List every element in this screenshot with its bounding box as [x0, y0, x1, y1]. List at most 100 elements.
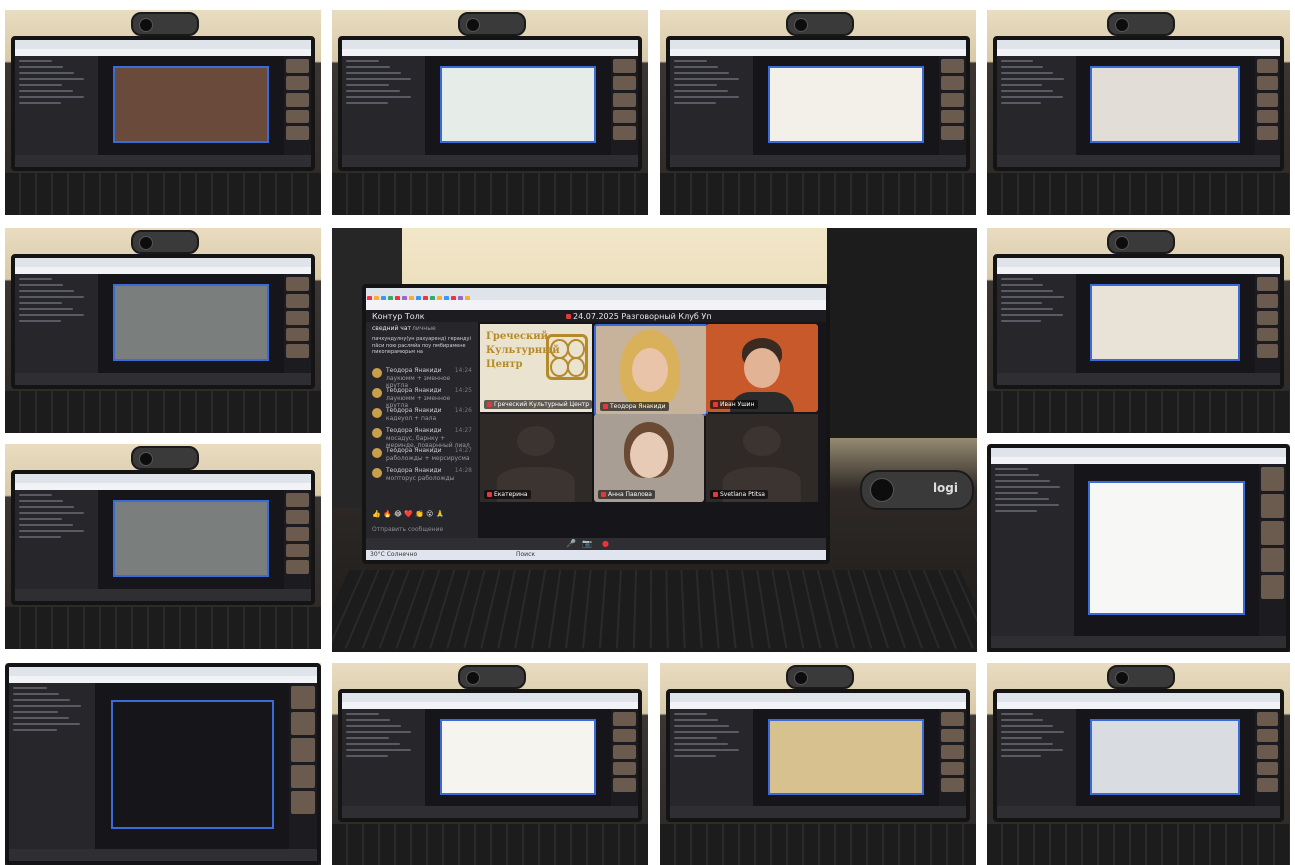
- taskbar-weather: 30°C Солнечно: [370, 551, 418, 558]
- laptop-screen: [338, 36, 642, 172]
- silhouette-right-nametag: Svetlana Ptitsa: [710, 490, 768, 499]
- keyboard: [5, 173, 321, 215]
- browser-tabbar: [366, 288, 826, 301]
- tile-5: [5, 228, 321, 433]
- chat-sender: Теодора Янакиди: [386, 367, 442, 374]
- chat-text: раболожды + мерсирусма: [386, 455, 470, 462]
- logo-emblem: [546, 334, 588, 380]
- tile-logo[interactable]: Греческий Культурный Центр Греческий Кул…: [480, 324, 593, 412]
- webcam: [1106, 230, 1175, 254]
- keyboard: [332, 570, 977, 649]
- keyboard: [987, 391, 1290, 433]
- tile-woman2[interactable]: Анна Павлова: [594, 414, 704, 502]
- chat-time: 14:25: [454, 387, 472, 394]
- chat-time: 14:26: [454, 407, 472, 414]
- shared-screen: [439, 65, 597, 144]
- chat-message: Теодора Янакиди лаукюмм + зменное крутла 1…: [372, 386, 474, 409]
- app-header: Контур Толк 24.07.2025 Разговорный Клуб …: [366, 310, 826, 322]
- tile-woman[interactable]: Теодора Янакиди: [594, 324, 708, 416]
- chat-time: 14:27: [454, 447, 472, 454]
- laptop-screen: Контур Толк 24.07.2025 Разговорный Клуб …: [362, 284, 830, 564]
- tile-4: [987, 10, 1290, 215]
- chat-avatar: [372, 408, 382, 418]
- keyboard: [660, 173, 976, 215]
- laptop-screen: [11, 254, 315, 390]
- keyboard: [5, 607, 321, 649]
- shared-screen: [439, 718, 597, 795]
- keyboard: [660, 824, 976, 865]
- chat-avatar: [372, 468, 382, 478]
- laptop-screen: [993, 689, 1284, 823]
- webcam: [458, 665, 526, 689]
- tile-7: [987, 228, 1290, 433]
- chat-avatar: [372, 388, 382, 398]
- chat-message: Теодора Янакиди мопторус раболожды 14:28: [372, 466, 474, 486]
- keyboard: [5, 391, 321, 433]
- keyboard: [332, 173, 648, 215]
- chat-avatar: [372, 368, 382, 378]
- laptop-screen: [11, 470, 315, 606]
- chat-text: кадеуол + пала: [386, 415, 437, 422]
- tile-silhouette-left[interactable]: Екатерина: [480, 414, 592, 502]
- logo-line-3: Центр: [486, 359, 523, 370]
- webcam: [131, 446, 199, 470]
- mic-icon[interactable]: 🎤: [566, 539, 576, 548]
- chat-sender: Теодора Янакиди: [386, 387, 442, 394]
- meeting-toolbar: 🎤 📷 ●: [366, 538, 826, 550]
- woman2-nametag: Анна Павлова: [598, 490, 655, 499]
- chat-sender: Теодора Янакиди: [386, 407, 442, 414]
- webcam: logi: [860, 470, 974, 510]
- webcam: [458, 12, 526, 36]
- tile-2: [332, 10, 648, 215]
- laptop-screen: [338, 689, 642, 823]
- tab-chat-all[interactable]: сведний чат: [372, 325, 411, 332]
- browser-urlbar[interactable]: [366, 300, 826, 310]
- keyboard: [332, 824, 648, 865]
- tile-12: [660, 663, 976, 865]
- chat-time: 14:28: [454, 467, 472, 474]
- taskbar-search[interactable]: Поиск: [516, 551, 535, 558]
- chat-panel: сведний чат личные пачхундулну(ун рахуар…: [366, 322, 478, 538]
- video-grid: Греческий Культурный Центр Греческий Кул…: [478, 322, 826, 538]
- tile-10: [5, 663, 321, 865]
- tile-8: [5, 444, 321, 649]
- app-title: Контур Толк: [372, 312, 425, 321]
- tile-1: [5, 10, 321, 215]
- tile-man[interactable]: Иван Ушин: [706, 324, 818, 412]
- shared-screen: [1090, 65, 1241, 144]
- tile-silhouette-right[interactable]: Svetlana Ptitsa: [706, 414, 818, 502]
- tile-3: [660, 10, 976, 215]
- shared-screen: [767, 65, 925, 144]
- chat-emoji-row: 👍 🔥 😂 ❤️ 👏 😮 🙏: [372, 510, 445, 518]
- hangup-icon[interactable]: ●: [602, 539, 609, 548]
- laptop-screen: [11, 36, 315, 172]
- webcam: [786, 665, 854, 689]
- shared-screen: [112, 499, 270, 578]
- chat-avatar: [372, 448, 382, 458]
- laptop-screen: [987, 444, 1290, 652]
- laptop-screen: [993, 254, 1284, 390]
- laptop-screen: [993, 36, 1284, 172]
- monitor-right: [827, 228, 977, 438]
- center-photo: logi Контур Толк 24.07.2025 Разговорный …: [332, 228, 977, 652]
- shared-screen: [767, 718, 925, 795]
- shared-screen: [1090, 283, 1241, 362]
- windows-taskbar: 30°C Солнечно Поиск: [366, 550, 826, 560]
- chat-text: мопторус раболожды: [386, 475, 455, 482]
- silhouette-left-nametag: Екатерина: [484, 490, 531, 499]
- webcam: [131, 12, 199, 36]
- laptop-screen: [5, 663, 321, 865]
- chat-top-message: пачхундулну(ун рахуаренд) герандуі пāси …: [372, 336, 471, 355]
- tab-chat-private[interactable]: личные: [412, 325, 436, 332]
- chat-message: Теодора Янакиди мосадус, барнку + меринде…: [372, 426, 474, 449]
- woman-nametag: Теодора Янакиди: [600, 402, 669, 411]
- tile-11: [332, 663, 648, 865]
- camera-icon[interactable]: 📷: [582, 539, 592, 548]
- chat-input[interactable]: Отправить сообщение: [372, 526, 443, 533]
- webcam: [131, 230, 199, 254]
- logo-line-1: Греческий: [486, 331, 549, 342]
- shared-screen: [1088, 481, 1245, 616]
- chat-message: Теодора Янакиди раболожды + мерсирусма 14:…: [372, 446, 474, 466]
- keyboard: [987, 824, 1290, 865]
- laptop-screen: [666, 36, 970, 172]
